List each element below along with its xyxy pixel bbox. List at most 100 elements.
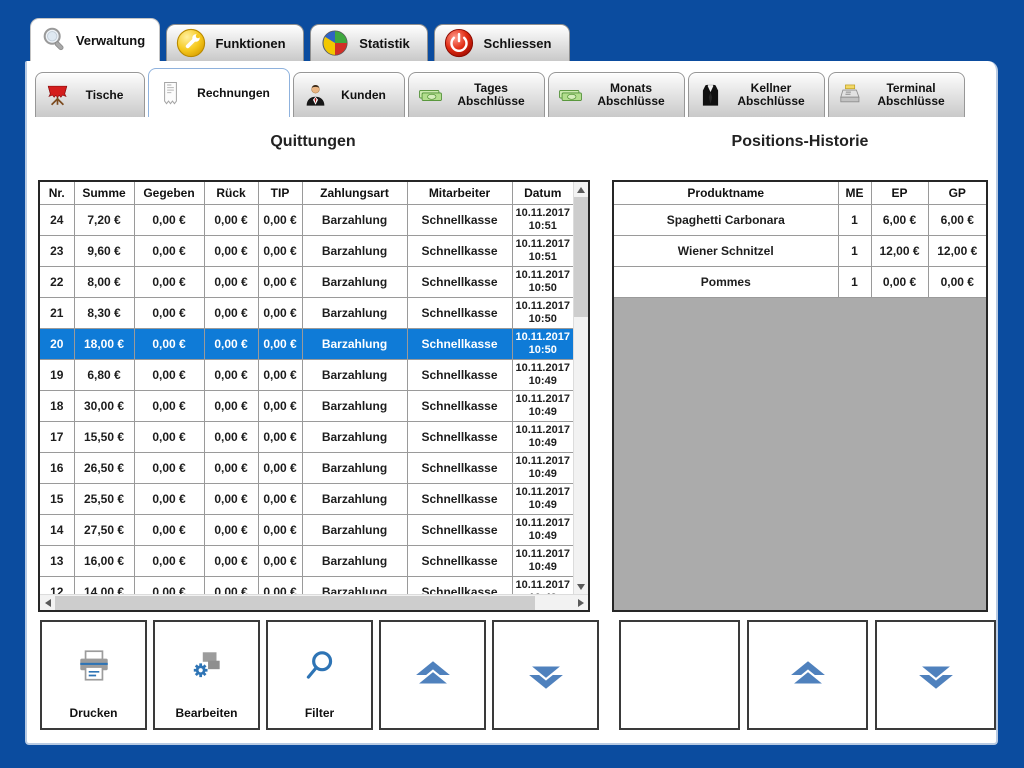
column-header-me[interactable]: ME (838, 182, 871, 205)
main-tab-label: Statistik (350, 36, 427, 51)
receipt-row[interactable]: 196,80 €0,00 €0,00 €0,00 €BarzahlungSchn… (40, 360, 573, 391)
cell-datum-time: 10:49 (513, 499, 574, 512)
cell-rueck: 0,00 € (204, 298, 258, 329)
section-tab-bar: TischeRechnungenKundenTagesAbschlüsse Mon… (35, 68, 965, 117)
receipt-row[interactable]: 247,20 €0,00 €0,00 €0,00 €BarzahlungSchn… (40, 205, 573, 236)
main-tab-schliessen[interactable]: Schliessen (434, 24, 570, 61)
receipts-scroll-down-button[interactable] (492, 620, 599, 730)
tab-tages-abschlusse[interactable]: TagesAbschlüsse (408, 72, 545, 117)
cell-gegeben: 0,00 € (134, 484, 204, 515)
tab-tische[interactable]: Tische (35, 72, 145, 117)
column-header-gegeben[interactable]: Gegeben (134, 182, 204, 205)
cell-datum-time: 10:50 (513, 313, 574, 326)
receipts-scroll-up-button[interactable] (379, 620, 486, 730)
column-header-nr[interactable]: Nr. (40, 182, 74, 205)
vertical-scrollbar-thumb[interactable] (574, 197, 588, 317)
tab-label: TerminalAbschlüsse (864, 82, 964, 108)
position-row[interactable]: Spaghetti Carbonara16,00 €6,00 € (614, 205, 986, 236)
receipt-row[interactable]: 1525,50 €0,00 €0,00 €0,00 €BarzahlungSch… (40, 484, 573, 515)
position-row[interactable]: Wiener Schnitzel112,00 €12,00 € (614, 236, 986, 267)
column-header-summe[interactable]: Summe (74, 182, 134, 205)
cell-tip: 0,00 € (258, 298, 302, 329)
cell-tip: 0,00 € (258, 422, 302, 453)
scroll-up-arrow-icon[interactable] (574, 182, 588, 197)
cell-nr: 15 (40, 484, 74, 515)
column-header-produktname[interactable]: Produktname (614, 182, 838, 205)
spare-button[interactable] (619, 620, 740, 730)
tab-terminal-abschlusse[interactable]: TerminalAbschlüsse (828, 72, 965, 117)
receipts-action-buttons: DruckenBearbeitenFilter (40, 620, 599, 730)
cell-nr: 22 (40, 267, 74, 298)
money-icon (417, 82, 444, 109)
tab-label: MonatsAbschlüsse (584, 82, 684, 108)
cell-gegeben: 0,00 € (134, 546, 204, 577)
positions-scroll-down-button[interactable] (875, 620, 996, 730)
positions-table-body: Spaghetti Carbonara16,00 €6,00 €Wiener S… (614, 205, 986, 298)
cell-summe: 8,00 € (74, 267, 134, 298)
cell-tip: 0,00 € (258, 453, 302, 484)
scroll-down-arrow-icon[interactable] (574, 579, 588, 594)
receipt-row[interactable]: 1214,00 €0,00 €0,00 €0,00 €BarzahlungSch… (40, 577, 573, 595)
receipt-row[interactable]: 1715,50 €0,00 €0,00 €0,00 €BarzahlungSch… (40, 422, 573, 453)
tab-monats-abschlusse[interactable]: MonatsAbschlüsse (548, 72, 685, 117)
column-header-mitarbeiter[interactable]: Mitarbeiter (407, 182, 512, 205)
main-tab-verwaltung[interactable]: Verwaltung (30, 18, 160, 61)
cell-datum-date: 10.11.2017 (513, 455, 574, 468)
receipt-row[interactable]: 239,60 €0,00 €0,00 €0,00 €BarzahlungSchn… (40, 236, 573, 267)
position-row[interactable]: Pommes10,00 €0,00 € (614, 267, 986, 298)
cell-zahlungsart: Barzahlung (302, 391, 407, 422)
cell-mitarbeiter: Schnellkasse (407, 391, 512, 422)
column-header-gp[interactable]: GP (928, 182, 986, 205)
cell-nr: 12 (40, 577, 74, 595)
cell-zahlungsart: Barzahlung (302, 546, 407, 577)
scroll-right-arrow-icon[interactable] (573, 595, 588, 611)
receipt-row[interactable]: 1626,50 €0,00 €0,00 €0,00 €BarzahlungSch… (40, 453, 573, 484)
main-tab-label: Schliessen (474, 36, 569, 51)
main-tab-label: Funktionen (206, 36, 303, 51)
cell-datum-date: 10.11.2017 (513, 393, 574, 406)
column-header-zahlungsart[interactable]: Zahlungsart (302, 182, 407, 205)
tab-rechnungen[interactable]: Rechnungen (148, 68, 290, 117)
cell-mitarbeiter: Schnellkasse (407, 422, 512, 453)
scroll-left-arrow-icon[interactable] (40, 595, 55, 611)
cell-nr: 13 (40, 546, 74, 577)
cell-datum: 10.11.201710:51 (512, 205, 573, 236)
main-tab-statistik[interactable]: Statistik (310, 24, 428, 61)
positions-header-row: ProduktnameMEEPGP (614, 182, 986, 205)
cell-gegeben: 0,00 € (134, 205, 204, 236)
receipt-row[interactable]: 1830,00 €0,00 €0,00 €0,00 €BarzahlungSch… (40, 391, 573, 422)
horizontal-scrollbar-thumb[interactable] (55, 596, 535, 610)
receipt-row[interactable]: 228,00 €0,00 €0,00 €0,00 €BarzahlungSchn… (40, 267, 573, 298)
receipts-vertical-scrollbar[interactable] (573, 182, 588, 594)
column-header-ep[interactable]: EP (871, 182, 928, 205)
cell-zahlungsart: Barzahlung (302, 205, 407, 236)
column-header-tip[interactable]: TIP (258, 182, 302, 205)
cell-summe: 18,00 € (74, 329, 134, 360)
vertical-scrollbar-track[interactable] (574, 317, 588, 579)
print-button[interactable]: Drucken (40, 620, 147, 730)
receipt-row[interactable]: 1427,50 €0,00 €0,00 €0,00 €BarzahlungSch… (40, 515, 573, 546)
cell-rueck: 0,00 € (204, 205, 258, 236)
receipt-row[interactable]: 218,30 €0,00 €0,00 €0,00 €BarzahlungSchn… (40, 298, 573, 329)
main-tab-funktionen[interactable]: Funktionen (166, 24, 304, 61)
horizontal-scrollbar-track[interactable] (535, 595, 573, 611)
cell-mitarbeiter: Schnellkasse (407, 236, 512, 267)
tab-kellner-abschlusse[interactable]: KellnerAbschlüsse (688, 72, 825, 117)
receipt-row[interactable]: 2018,00 €0,00 €0,00 €0,00 €BarzahlungSch… (40, 329, 573, 360)
positions-scroll-up-button[interactable] (747, 620, 868, 730)
receipt-row[interactable]: 1316,00 €0,00 €0,00 €0,00 €BarzahlungSch… (40, 546, 573, 577)
column-header-datum[interactable]: Datum (512, 182, 573, 205)
cell-datum: 10.11.201710:50 (512, 298, 573, 329)
tab-kunden[interactable]: Kunden (293, 72, 405, 117)
filter-button[interactable]: Filter (266, 620, 373, 730)
cell-mitarbeiter: Schnellkasse (407, 577, 512, 595)
double-chevron-down-icon (527, 656, 565, 694)
double-chevron-up-icon (414, 656, 452, 694)
cell-datum: 10.11.201710:49 (512, 577, 573, 595)
cell-datum: 10.11.201710:49 (512, 453, 573, 484)
receipts-horizontal-scrollbar[interactable] (40, 594, 588, 610)
edit-button[interactable]: Bearbeiten (153, 620, 260, 730)
cell-zahlungsart: Barzahlung (302, 329, 407, 360)
cell-summe: 30,00 € (74, 391, 134, 422)
column-header-ruck[interactable]: Rück (204, 182, 258, 205)
